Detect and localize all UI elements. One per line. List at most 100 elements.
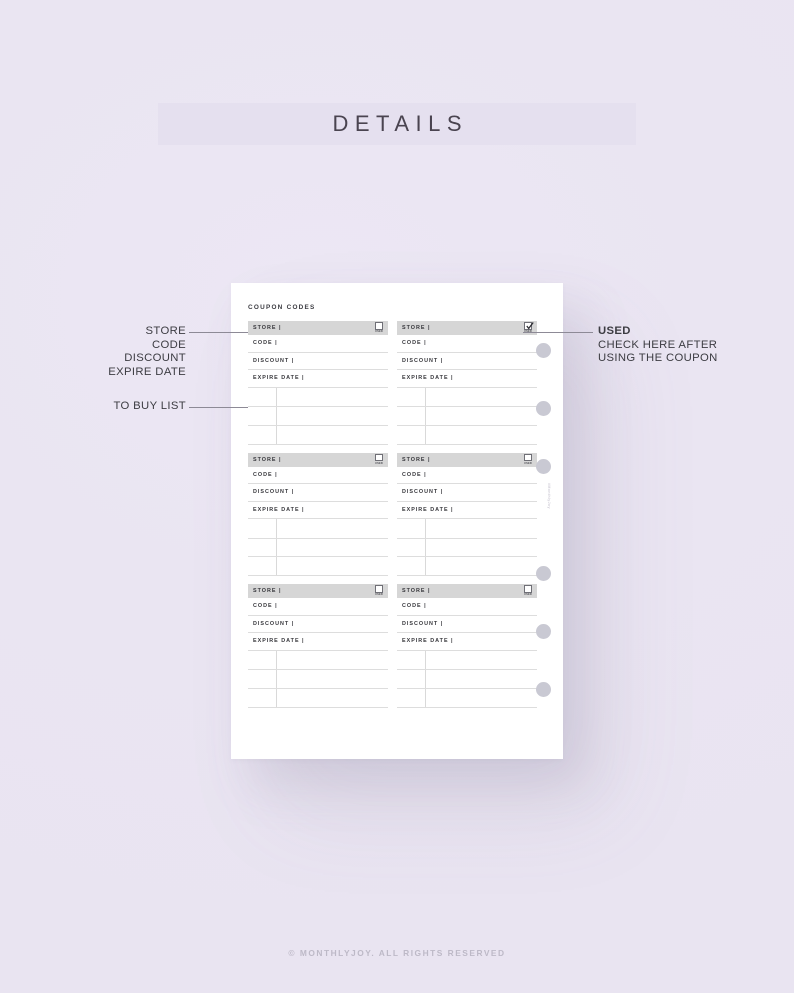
to-buy-list-grid[interactable] xyxy=(248,650,388,708)
coupon-card: STORE | USED CODE | DISCOUNT | EXPIRE DA… xyxy=(397,321,537,445)
leader-line-fields xyxy=(189,332,248,333)
code-row[interactable]: CODE | xyxy=(248,467,388,484)
coupon-card: STORE | USED CODE | DISCOUNT | EXPIRE DA… xyxy=(248,321,388,445)
store-row: STORE | USED xyxy=(397,452,537,467)
code-row[interactable]: CODE | xyxy=(397,335,537,353)
grid-line xyxy=(397,706,537,708)
code-row[interactable]: CODE | xyxy=(248,598,388,616)
code-row[interactable]: CODE | xyxy=(248,335,388,353)
ring-hole xyxy=(536,459,551,474)
leader-line-to-buy-list xyxy=(189,407,248,408)
discount-row[interactable]: DISCOUNT | xyxy=(397,353,537,370)
expire-date-row[interactable]: EXPIRE DATE | xyxy=(248,370,388,388)
code-label: CODE | xyxy=(253,340,278,347)
expire-date-label: EXPIRE DATE | xyxy=(253,638,305,645)
discount-label: DISCOUNT | xyxy=(253,489,295,496)
expire-date-row[interactable]: EXPIRE DATE | xyxy=(248,502,388,519)
store-row: STORE | USED xyxy=(397,584,537,598)
coupon-block: STORE | USED CODE | DISCOUNT | EXPIRE DA… xyxy=(248,452,537,576)
used-checkbox-caption: USED xyxy=(375,593,383,597)
discount-label: DISCOUNT | xyxy=(402,357,444,364)
coupon-codes-sheet: COUPON CODES STORE | USED CODE | DISCOUN… xyxy=(231,283,563,759)
to-buy-list-grid[interactable] xyxy=(248,519,388,576)
store-label: STORE | xyxy=(253,456,282,463)
discount-row[interactable]: DISCOUNT | xyxy=(248,484,388,502)
used-checkbox-group[interactable]: USED xyxy=(374,322,385,333)
grid-line xyxy=(397,424,537,426)
annotation-used-line-2: USING THE COUPON xyxy=(598,352,718,365)
ring-hole xyxy=(536,401,551,416)
annotation-fields-line-2: CODE xyxy=(151,338,186,351)
annotation-fields-line-3: DISCOUNT xyxy=(124,352,186,365)
expire-date-row[interactable]: EXPIRE DATE | xyxy=(397,370,537,388)
discount-label: DISCOUNT | xyxy=(402,620,444,627)
discount-label: DISCOUNT | xyxy=(253,620,295,627)
grid-divider xyxy=(425,387,426,444)
grid-line xyxy=(397,537,537,539)
annotation-fields-line-1: STORE xyxy=(145,325,186,337)
to-buy-list-grid[interactable] xyxy=(397,650,537,708)
discount-row[interactable]: DISCOUNT | xyxy=(397,616,537,633)
grid-line xyxy=(248,706,388,708)
used-checkbox[interactable] xyxy=(375,453,383,461)
to-buy-list-grid[interactable] xyxy=(248,387,388,445)
store-row: STORE | USED xyxy=(248,452,388,467)
code-label: CODE | xyxy=(402,471,427,478)
code-row[interactable]: CODE | xyxy=(397,598,537,616)
footer-copyright: © MONTHLYJOY. ALL RIGHTS RESERVED xyxy=(288,948,506,958)
store-label: STORE | xyxy=(402,588,431,594)
to-buy-list-grid[interactable] xyxy=(397,519,537,576)
used-checkbox[interactable] xyxy=(375,322,383,330)
grid-divider xyxy=(276,519,277,575)
expire-date-row[interactable]: EXPIRE DATE | xyxy=(397,633,537,651)
expire-date-row[interactable]: EXPIRE DATE | xyxy=(248,633,388,651)
ring-hole xyxy=(536,682,551,697)
grid-line xyxy=(397,556,537,558)
code-label: CODE | xyxy=(402,603,427,610)
code-label: CODE | xyxy=(253,603,278,610)
ring-hole xyxy=(536,624,551,639)
coupon-card: STORE | USED CODE | DISCOUNT | EXPIRE DA… xyxy=(397,584,537,708)
grid-line xyxy=(248,687,388,689)
discount-row[interactable]: DISCOUNT | xyxy=(248,616,388,633)
sheet-heading: COUPON CODES xyxy=(248,304,316,311)
grid-line xyxy=(397,687,537,689)
store-label: STORE | xyxy=(402,325,431,331)
grid-line xyxy=(248,669,388,671)
grid-line xyxy=(248,575,388,576)
code-row[interactable]: CODE | xyxy=(397,467,537,484)
discount-row[interactable]: DISCOUNT | xyxy=(248,353,388,370)
grid-line xyxy=(248,537,388,539)
expire-date-label: EXPIRE DATE | xyxy=(402,506,454,513)
discount-label: DISCOUNT | xyxy=(253,357,295,364)
expire-date-label: EXPIRE DATE | xyxy=(402,375,454,382)
expire-date-row[interactable]: EXPIRE DATE | xyxy=(397,502,537,519)
code-label: CODE | xyxy=(253,471,278,478)
ring-hole xyxy=(536,566,551,581)
used-checkbox-group[interactable]: USED xyxy=(374,453,385,465)
used-checkbox-caption: USED xyxy=(375,330,383,334)
used-checkbox-group[interactable]: USED xyxy=(374,585,385,596)
coupon-card: STORE | USED CODE | DISCOUNT | EXPIRE DA… xyxy=(397,452,537,576)
grid-line xyxy=(248,406,388,408)
grid-divider xyxy=(425,650,426,707)
used-checkbox[interactable] xyxy=(375,585,383,593)
grid-divider xyxy=(276,387,277,444)
page-title: DETAILS xyxy=(332,111,469,136)
expire-date-label: EXPIRE DATE | xyxy=(402,638,454,645)
grid-line xyxy=(248,424,388,426)
ring-hole xyxy=(536,343,551,358)
annotation-fields-line-4: EXPIRE DATE xyxy=(108,365,186,378)
discount-label: DISCOUNT | xyxy=(402,489,444,496)
grid-line xyxy=(248,443,388,445)
expire-date-label: EXPIRE DATE | xyxy=(253,506,305,513)
to-buy-list-grid[interactable] xyxy=(397,387,537,445)
grid-divider xyxy=(276,650,277,707)
used-checkbox-caption: USED xyxy=(375,461,383,465)
grid-line xyxy=(397,669,537,671)
store-row: STORE | USED xyxy=(248,321,388,335)
grid-line xyxy=(248,556,388,558)
discount-row[interactable]: DISCOUNT | xyxy=(397,484,537,502)
coupon-card: STORE | USED CODE | DISCOUNT | EXPIRE DA… xyxy=(248,584,388,708)
annotation-to-buy-list: TO BUY LIST xyxy=(36,400,186,414)
